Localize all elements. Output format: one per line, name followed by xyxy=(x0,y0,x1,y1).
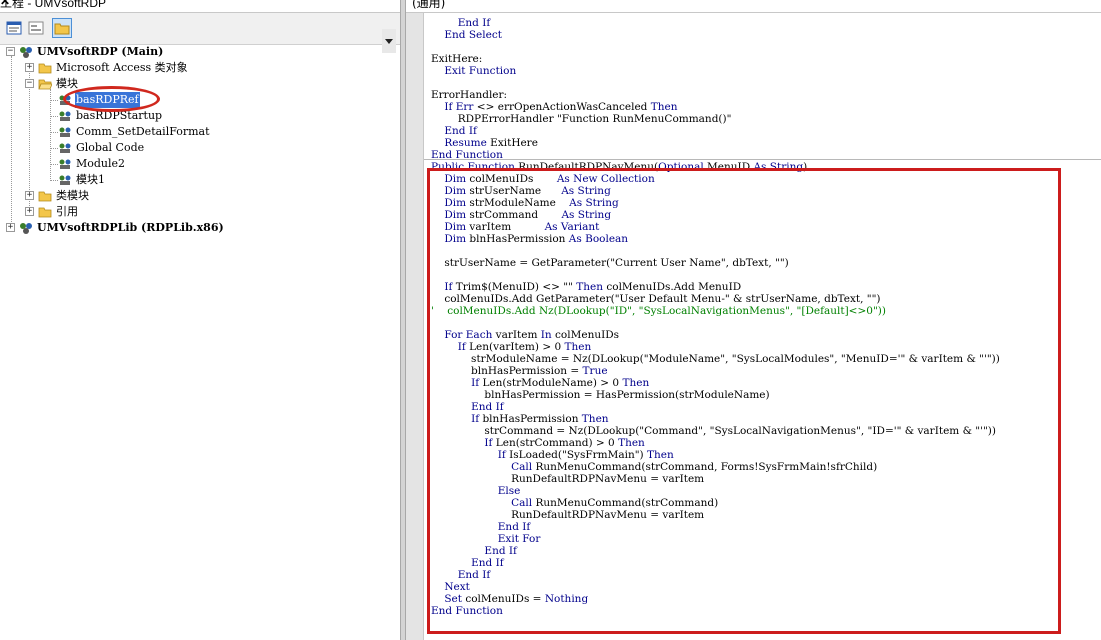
code-line: Set colMenuIDs = Nothing xyxy=(444,593,589,605)
code-line: ' colMenuIDs.Add Nz(DLookup("ID", "SysLo… xyxy=(431,305,886,317)
code-line: Public Function RunDefaultRDPNavMenu(Opt… xyxy=(431,161,808,173)
code-line: End If xyxy=(484,545,517,557)
code-line: If IsLoaded("SysFrmMain") Then xyxy=(497,449,674,461)
toggle-folders-button[interactable] xyxy=(52,18,72,38)
expand-toggle[interactable]: + xyxy=(6,223,15,232)
code-line: End If xyxy=(471,557,504,569)
module-icon xyxy=(59,175,71,185)
code-line: Resume ExitHere xyxy=(444,137,538,149)
tree-node-class-modules[interactable]: + 类模块 xyxy=(0,188,300,204)
code-line: Dim strModuleName As String xyxy=(444,197,619,209)
tree-node-label: Microsoft Access 类对象 xyxy=(56,61,188,74)
tree-node-modules-folder[interactable]: − 模块 xyxy=(0,76,300,92)
tree-node-label: 模块1 xyxy=(76,173,105,186)
code-line: End If xyxy=(497,521,531,533)
view-code-button[interactable] xyxy=(4,18,24,38)
view-object-icon xyxy=(28,21,44,35)
view-code-icon xyxy=(6,21,22,35)
toggle-folders-icon xyxy=(54,23,70,35)
module-icon xyxy=(59,111,71,121)
tree-node-label: Global Code xyxy=(76,141,145,154)
tree-node-project-rdplib[interactable]: + UMVsoftRDPLib (RDPLib.x86) xyxy=(0,220,320,236)
code-line: RunDefaultRDPNavMenu = varItem xyxy=(431,473,705,485)
module-icon xyxy=(59,159,71,169)
vba-project-icon xyxy=(20,223,32,234)
tree-node-label: UMVsoftRDPLib (RDPLib.x86) xyxy=(37,221,224,234)
tree-node-label: Comm_SetDetailFormat xyxy=(76,125,210,138)
toolbar-dropdown-arrow[interactable] xyxy=(382,29,396,53)
code-line: Dim colMenuIDs As New Collection xyxy=(444,173,655,185)
code-line: strModuleName = Nz(DLookup("ModuleName",… xyxy=(431,353,1000,365)
tree-node-project-main[interactable]: − UMVsoftRDP (Main) xyxy=(0,44,300,60)
tree-node-module-module2[interactable]: Module2 xyxy=(0,156,300,172)
expand-toggle[interactable]: + xyxy=(25,63,34,72)
project-explorer-toolbar xyxy=(0,13,400,53)
code-line: strUserName = GetParameter("Current User… xyxy=(431,257,789,269)
procedure-separator xyxy=(424,159,1101,160)
code-line: If Trim$(MenuID) <> "" Then colMenuIDs.A… xyxy=(444,281,742,293)
code-line: Exit For xyxy=(497,533,541,545)
folder-icon xyxy=(38,63,52,74)
project-explorer-panel: 工程 - UMVsoftRDP ✕ − UMVsoftRDP (Main) + … xyxy=(0,0,400,640)
code-line: If Len(strModuleName) > 0 Then xyxy=(471,377,650,389)
module-icon xyxy=(59,127,71,137)
code-line: blnHasPermission = HasPermission(strModu… xyxy=(431,389,770,401)
code-line: Else xyxy=(497,485,521,497)
tree-node-module-basrdpstartup[interactable]: basRDPStartup xyxy=(0,108,300,124)
code-line: Dim strUserName As String xyxy=(444,185,611,197)
collapse-toggle[interactable]: − xyxy=(6,47,15,56)
object-dropdown[interactable]: (通用) xyxy=(406,0,1101,13)
code-line: If blnHasPermission Then xyxy=(471,413,609,425)
code-line: colMenuIDs.Add GetParameter("User Defaul… xyxy=(431,293,881,305)
code-editor[interactable]: End If End Select ExitHere: Exit Function… xyxy=(424,13,1101,640)
code-line: End If xyxy=(471,401,504,413)
object-dropdown-value: (通用) xyxy=(412,0,446,10)
vba-project-icon xyxy=(20,47,32,58)
code-line: If Len(varItem) > 0 Then xyxy=(457,341,592,353)
code-line: ExitHere: xyxy=(431,53,483,65)
code-line: If Err <> errOpenActionWasCanceled Then xyxy=(444,101,678,113)
code-line: End Function xyxy=(431,605,503,617)
code-line: RDPErrorHandler "Function RunMenuCommand… xyxy=(431,113,732,125)
code-line: Next xyxy=(444,581,470,593)
close-icon[interactable]: ✕ xyxy=(0,0,395,8)
code-line: Dim varItem As Variant xyxy=(444,221,600,233)
tree-node-module-comm-setdetailformat[interactable]: Comm_SetDetailFormat xyxy=(0,124,300,140)
code-line: If Len(strCommand) > 0 Then xyxy=(484,437,645,449)
code-line: Dim blnHasPermission As Boolean xyxy=(444,233,629,245)
code-line: For Each varItem In colMenuIDs xyxy=(444,329,620,341)
expand-toggle[interactable]: + xyxy=(25,191,34,200)
tree-node-references[interactable]: + 引用 xyxy=(0,204,300,220)
annotation-red-ellipse xyxy=(63,86,160,112)
view-object-button[interactable] xyxy=(26,18,46,38)
open-folder-icon xyxy=(38,79,52,90)
code-line: Call RunMenuCommand(strCommand) xyxy=(511,497,719,509)
tree-node-label: 引用 xyxy=(56,205,78,218)
project-explorer-title-bar: 工程 - UMVsoftRDP ✕ xyxy=(0,0,400,13)
tree-node-label: 类模块 xyxy=(56,189,89,202)
folder-icon xyxy=(38,207,52,218)
tree-node-label: Module2 xyxy=(76,157,126,170)
code-line: RunDefaultRDPNavMenu = varItem xyxy=(431,509,705,521)
code-line: End If xyxy=(457,569,491,581)
code-margin-indicator-bar[interactable] xyxy=(406,13,424,640)
code-line: blnHasPermission = True xyxy=(431,365,608,377)
tree-node-module-module1[interactable]: 模块1 xyxy=(0,172,300,188)
code-line: End If xyxy=(457,17,491,29)
code-line: End If xyxy=(444,125,477,137)
code-line: End Select xyxy=(444,29,502,41)
code-line: ErrorHandler: xyxy=(431,89,508,101)
tree-node-module-global-code[interactable]: Global Code xyxy=(0,140,300,156)
code-line: Exit Function xyxy=(444,65,517,77)
tree-node-label: UMVsoftRDP (Main) xyxy=(37,45,164,58)
code-line: strCommand = Nz(DLookup("Command", "SysL… xyxy=(431,425,996,437)
tree-node-access-class-objects[interactable]: + Microsoft Access 类对象 xyxy=(0,60,300,76)
folder-icon xyxy=(38,191,52,202)
module-icon xyxy=(59,143,71,153)
code-line: Call RunMenuCommand(strCommand, Forms!Sy… xyxy=(511,461,878,473)
expand-toggle[interactable]: + xyxy=(25,207,34,216)
code-line: Dim strCommand As String xyxy=(444,209,612,221)
collapse-toggle[interactable]: − xyxy=(25,79,34,88)
